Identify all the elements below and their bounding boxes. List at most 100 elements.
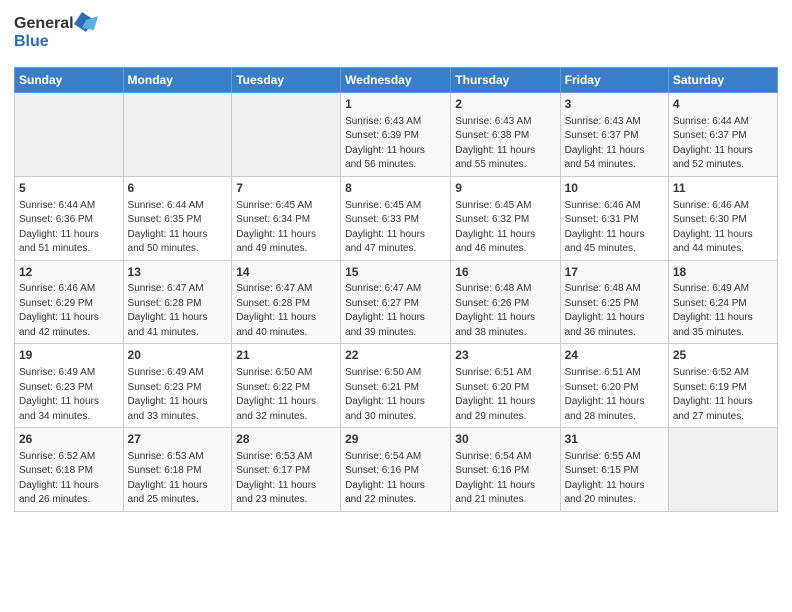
calendar-week-row: 12 Sunrise: 6:46 AM Sunset: 6:29 PM Dayli… xyxy=(15,260,778,344)
calendar-cell: 9 Sunrise: 6:45 AM Sunset: 6:32 PM Daylig… xyxy=(451,176,560,260)
weekday-header: Saturday xyxy=(668,68,777,93)
calendar-cell: 12 Sunrise: 6:46 AM Sunset: 6:29 PM Dayli… xyxy=(15,260,124,344)
day-info: Sunrise: 6:51 AM Sunset: 6:20 PM Dayligh… xyxy=(455,367,535,422)
logo: General Blue xyxy=(14,10,104,59)
day-number: 9 xyxy=(455,180,555,197)
calendar-week-row: 26Sunrise: 6:52 AM Sunset: 6:18 PM Dayli… xyxy=(15,428,778,512)
calendar-cell: 15Sunrise: 6:47 AM Sunset: 6:27 PM Dayli… xyxy=(341,260,451,344)
day-number: 24 xyxy=(565,347,664,364)
day-number: 3 xyxy=(565,96,664,113)
calendar-cell: 25Sunrise: 6:52 AM Sunset: 6:19 PM Dayli… xyxy=(668,344,777,428)
day-number: 2 xyxy=(455,96,555,113)
day-number: 22 xyxy=(345,347,446,364)
calendar-cell xyxy=(668,428,777,512)
day-info: Sunrise: 6:52 AM Sunset: 6:19 PM Dayligh… xyxy=(673,367,753,422)
calendar-cell xyxy=(232,93,341,177)
day-number: 11 xyxy=(673,180,773,197)
calendar-cell: 22 Sunrise: 6:50 AM Sunset: 6:21 PM Dayli… xyxy=(341,344,451,428)
day-info: Sunrise: 6:53 AM Sunset: 6:18 PM Dayligh… xyxy=(128,451,208,506)
day-info: Sunrise: 6:44 AM Sunset: 6:36 PM Dayligh… xyxy=(19,200,99,255)
logo-text: General Blue xyxy=(14,10,104,59)
day-info: Sunrise: 6:43 AM Sunset: 6:39 PM Dayligh… xyxy=(345,116,425,171)
page-header: General Blue xyxy=(14,10,778,59)
calendar-cell: 26Sunrise: 6:52 AM Sunset: 6:18 PM Dayli… xyxy=(15,428,124,512)
day-number: 18 xyxy=(673,264,773,281)
day-info: Sunrise: 6:53 AM Sunset: 6:17 PM Dayligh… xyxy=(236,451,316,506)
day-info: Sunrise: 6:47 AM Sunset: 6:28 PM Dayligh… xyxy=(128,283,208,338)
calendar-cell: 27 Sunrise: 6:53 AM Sunset: 6:18 PM Dayli… xyxy=(123,428,232,512)
day-number: 31 xyxy=(565,431,664,448)
calendar-week-row: 1 Sunrise: 6:43 AM Sunset: 6:39 PM Daylig… xyxy=(15,93,778,177)
day-info: Sunrise: 6:44 AM Sunset: 6:35 PM Dayligh… xyxy=(128,200,208,255)
calendar-cell: 30 Sunrise: 6:54 AM Sunset: 6:16 PM Dayli… xyxy=(451,428,560,512)
calendar-cell xyxy=(123,93,232,177)
day-number: 27 xyxy=(128,431,228,448)
calendar-week-row: 5 Sunrise: 6:44 AM Sunset: 6:36 PM Daylig… xyxy=(15,176,778,260)
day-info: Sunrise: 6:45 AM Sunset: 6:32 PM Dayligh… xyxy=(455,200,535,255)
calendar-cell: 1 Sunrise: 6:43 AM Sunset: 6:39 PM Daylig… xyxy=(341,93,451,177)
day-info: Sunrise: 6:45 AM Sunset: 6:33 PM Dayligh… xyxy=(345,200,425,255)
day-number: 29 xyxy=(345,431,446,448)
calendar-cell: 18Sunrise: 6:49 AM Sunset: 6:24 PM Dayli… xyxy=(668,260,777,344)
day-info: Sunrise: 6:43 AM Sunset: 6:38 PM Dayligh… xyxy=(455,116,535,171)
calendar-cell: 14Sunrise: 6:47 AM Sunset: 6:28 PM Dayli… xyxy=(232,260,341,344)
day-number: 21 xyxy=(236,347,336,364)
calendar-cell xyxy=(15,93,124,177)
weekday-header: Monday xyxy=(123,68,232,93)
calendar-cell: 20 Sunrise: 6:49 AM Sunset: 6:23 PM Dayli… xyxy=(123,344,232,428)
day-number: 17 xyxy=(565,264,664,281)
calendar-cell: 17 Sunrise: 6:48 AM Sunset: 6:25 PM Dayli… xyxy=(560,260,668,344)
calendar-cell: 21 Sunrise: 6:50 AM Sunset: 6:22 PM Dayli… xyxy=(232,344,341,428)
weekday-header: Tuesday xyxy=(232,68,341,93)
svg-text:Blue: Blue xyxy=(14,33,49,50)
calendar-cell: 19Sunrise: 6:49 AM Sunset: 6:23 PM Dayli… xyxy=(15,344,124,428)
day-number: 28 xyxy=(236,431,336,448)
day-info: Sunrise: 6:54 AM Sunset: 6:16 PM Dayligh… xyxy=(345,451,425,506)
logo-icon: General Blue xyxy=(14,10,104,54)
day-info: Sunrise: 6:47 AM Sunset: 6:28 PM Dayligh… xyxy=(236,283,316,338)
calendar-cell: 16 Sunrise: 6:48 AM Sunset: 6:26 PM Dayli… xyxy=(451,260,560,344)
calendar-cell: 8Sunrise: 6:45 AM Sunset: 6:33 PM Daylig… xyxy=(341,176,451,260)
day-info: Sunrise: 6:49 AM Sunset: 6:23 PM Dayligh… xyxy=(128,367,208,422)
weekday-header-row: SundayMondayTuesdayWednesdayThursdayFrid… xyxy=(15,68,778,93)
calendar-cell: 5 Sunrise: 6:44 AM Sunset: 6:36 PM Daylig… xyxy=(15,176,124,260)
day-info: Sunrise: 6:54 AM Sunset: 6:16 PM Dayligh… xyxy=(455,451,535,506)
calendar-cell: 31 Sunrise: 6:55 AM Sunset: 6:15 PM Dayli… xyxy=(560,428,668,512)
page-container: General Blue SundayMondayTuesdayWednesda… xyxy=(0,0,792,520)
calendar-cell: 6Sunrise: 6:44 AM Sunset: 6:35 PM Daylig… xyxy=(123,176,232,260)
weekday-header: Friday xyxy=(560,68,668,93)
day-info: Sunrise: 6:43 AM Sunset: 6:37 PM Dayligh… xyxy=(565,116,645,171)
weekday-header: Thursday xyxy=(451,68,560,93)
day-number: 20 xyxy=(128,347,228,364)
calendar-cell: 24 Sunrise: 6:51 AM Sunset: 6:20 PM Dayli… xyxy=(560,344,668,428)
day-info: Sunrise: 6:46 AM Sunset: 6:31 PM Dayligh… xyxy=(565,200,645,255)
calendar-table: SundayMondayTuesdayWednesdayThursdayFrid… xyxy=(14,67,778,512)
weekday-header: Wednesday xyxy=(341,68,451,93)
day-number: 13 xyxy=(128,264,228,281)
day-number: 7 xyxy=(236,180,336,197)
day-info: Sunrise: 6:50 AM Sunset: 6:21 PM Dayligh… xyxy=(345,367,425,422)
day-info: Sunrise: 6:55 AM Sunset: 6:15 PM Dayligh… xyxy=(565,451,645,506)
day-number: 30 xyxy=(455,431,555,448)
day-info: Sunrise: 6:44 AM Sunset: 6:37 PM Dayligh… xyxy=(673,116,753,171)
calendar-cell: 3 Sunrise: 6:43 AM Sunset: 6:37 PM Daylig… xyxy=(560,93,668,177)
calendar-cell: 7 Sunrise: 6:45 AM Sunset: 6:34 PM Daylig… xyxy=(232,176,341,260)
calendar-cell: 4Sunrise: 6:44 AM Sunset: 6:37 PM Daylig… xyxy=(668,93,777,177)
day-info: Sunrise: 6:46 AM Sunset: 6:29 PM Dayligh… xyxy=(19,283,99,338)
day-info: Sunrise: 6:45 AM Sunset: 6:34 PM Dayligh… xyxy=(236,200,316,255)
day-number: 10 xyxy=(565,180,664,197)
day-info: Sunrise: 6:48 AM Sunset: 6:26 PM Dayligh… xyxy=(455,283,535,338)
day-info: Sunrise: 6:50 AM Sunset: 6:22 PM Dayligh… xyxy=(236,367,316,422)
day-number: 5 xyxy=(19,180,119,197)
calendar-cell: 23Sunrise: 6:51 AM Sunset: 6:20 PM Dayli… xyxy=(451,344,560,428)
day-number: 16 xyxy=(455,264,555,281)
day-info: Sunrise: 6:48 AM Sunset: 6:25 PM Dayligh… xyxy=(565,283,645,338)
day-number: 15 xyxy=(345,264,446,281)
day-number: 19 xyxy=(19,347,119,364)
svg-text:General: General xyxy=(14,15,74,32)
day-info: Sunrise: 6:51 AM Sunset: 6:20 PM Dayligh… xyxy=(565,367,645,422)
day-number: 1 xyxy=(345,96,446,113)
calendar-cell: 29 Sunrise: 6:54 AM Sunset: 6:16 PM Dayli… xyxy=(341,428,451,512)
day-number: 12 xyxy=(19,264,119,281)
day-info: Sunrise: 6:46 AM Sunset: 6:30 PM Dayligh… xyxy=(673,200,753,255)
